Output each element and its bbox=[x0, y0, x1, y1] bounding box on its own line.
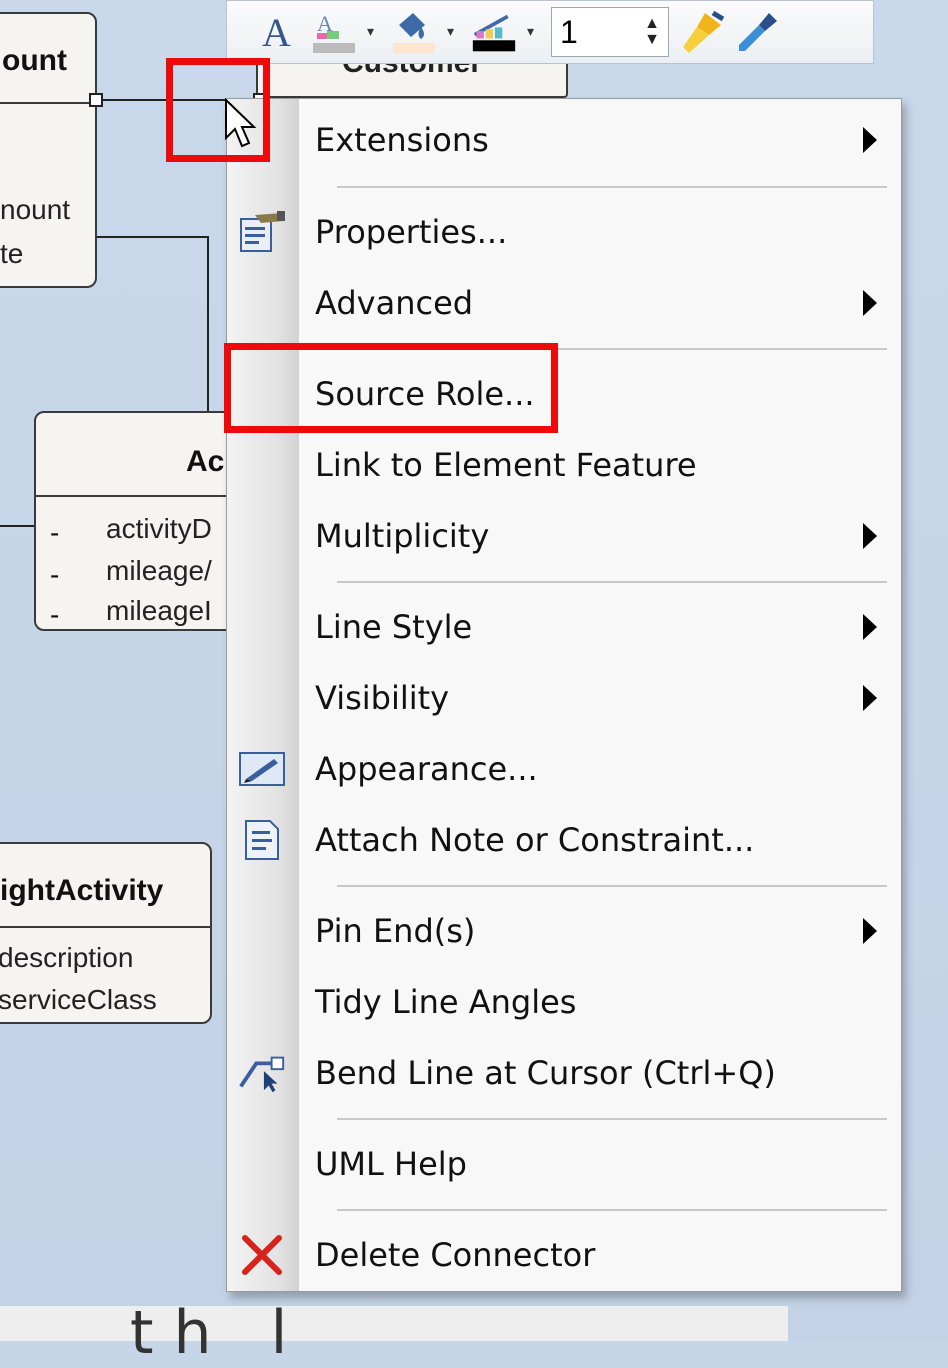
menu-item-label: Multiplicity bbox=[315, 517, 490, 555]
menu-item-label: Attach Note or Constraint... bbox=[315, 821, 755, 859]
menu-separator bbox=[337, 885, 887, 887]
menu-item-uml-help[interactable]: UML Help bbox=[227, 1129, 901, 1199]
connector-line[interactable] bbox=[207, 236, 209, 412]
format-toolbar: A A ▾ ▾ ▾ 1 ▲ ▼ bbox=[226, 0, 874, 64]
menu-item-tidy-line-angles[interactable]: Tidy Line Angles bbox=[227, 967, 901, 1037]
fill-color-icon[interactable] bbox=[391, 9, 437, 55]
menu-separator bbox=[337, 581, 887, 583]
menu-item-label: Delete Connector bbox=[315, 1236, 596, 1274]
class-activity-name: Ac bbox=[186, 445, 225, 478]
class-flight-activity-attr: description bbox=[0, 942, 134, 973]
chevron-down-icon[interactable]: ▾ bbox=[367, 24, 381, 40]
menu-item-label: Appearance... bbox=[315, 750, 538, 788]
context-menu: Extensions Properties... Advanced Source… bbox=[226, 98, 902, 1292]
delete-x-icon bbox=[237, 1230, 287, 1280]
menu-item-visibility[interactable]: Visibility bbox=[227, 663, 901, 733]
note-icon bbox=[237, 815, 287, 865]
line-width-value: 1 bbox=[560, 13, 578, 50]
properties-icon bbox=[237, 207, 287, 257]
visibility-private: - bbox=[50, 559, 60, 590]
connector-line[interactable] bbox=[97, 236, 209, 238]
menu-item-bend-line[interactable]: Bend Line at Cursor (Ctrl+Q) bbox=[227, 1038, 901, 1108]
class-flight-activity[interactable]: ightActivity description serviceClass bbox=[0, 842, 212, 1024]
font-color-icon[interactable]: A bbox=[311, 9, 357, 55]
class-activity-attr: mileage/ bbox=[106, 555, 212, 586]
menu-item-multiplicity[interactable]: Multiplicity bbox=[227, 501, 901, 571]
menu-item-label: Visibility bbox=[315, 679, 450, 717]
menu-item-label: Properties... bbox=[315, 213, 508, 251]
chevron-down-icon[interactable]: ▾ bbox=[447, 24, 461, 40]
submenu-arrow-icon bbox=[863, 127, 877, 153]
class-account-attr: nount bbox=[0, 194, 71, 225]
class-account[interactable]: ount nount te bbox=[0, 12, 97, 288]
menu-item-pin-ends[interactable]: Pin End(s) bbox=[227, 896, 901, 966]
class-activity-attr: mileageI bbox=[106, 595, 212, 626]
visibility-private: - bbox=[50, 599, 60, 630]
menu-item-label: Extensions bbox=[315, 121, 489, 159]
submenu-arrow-icon bbox=[863, 918, 877, 944]
menu-item-label: Line Style bbox=[315, 608, 473, 646]
connector-line[interactable] bbox=[0, 525, 36, 527]
menu-item-label: Link to Element Feature bbox=[315, 446, 697, 484]
class-flight-activity-name: ightActivity bbox=[0, 874, 164, 907]
menu-item-extensions[interactable]: Extensions bbox=[227, 105, 901, 175]
menu-item-appearance[interactable]: Appearance... bbox=[227, 734, 901, 804]
menu-separator bbox=[337, 1209, 887, 1211]
menu-item-label: Tidy Line Angles bbox=[315, 983, 577, 1021]
svg-text:A: A bbox=[262, 12, 291, 52]
menu-item-label: UML Help bbox=[315, 1145, 467, 1183]
menu-item-advanced[interactable]: Advanced bbox=[227, 268, 901, 338]
video-caption-bar: th l bbox=[0, 1298, 788, 1368]
menu-item-line-style[interactable]: Line Style bbox=[227, 592, 901, 662]
connector-end-handle[interactable] bbox=[89, 93, 103, 107]
spinner-arrows-icon[interactable]: ▲ ▼ bbox=[644, 16, 660, 48]
line-width-spinner[interactable]: 1 ▲ ▼ bbox=[551, 7, 669, 57]
class-account-attr: te bbox=[0, 238, 24, 269]
menu-item-properties[interactable]: Properties... bbox=[227, 197, 901, 267]
submenu-arrow-icon bbox=[863, 290, 877, 316]
submenu-arrow-icon bbox=[863, 523, 877, 549]
menu-item-label: Advanced bbox=[315, 284, 474, 322]
chevron-down-icon[interactable]: ▾ bbox=[527, 24, 541, 40]
mouse-cursor-icon bbox=[224, 97, 260, 156]
line-color-icon[interactable] bbox=[471, 9, 517, 55]
menu-separator bbox=[337, 1118, 887, 1120]
class-activity-attr: activityD bbox=[106, 513, 212, 544]
menu-item-label: Bend Line at Cursor (Ctrl+Q) bbox=[315, 1054, 776, 1092]
submenu-arrow-icon bbox=[863, 685, 877, 711]
format-painter-icon[interactable] bbox=[679, 9, 725, 55]
eyedropper-icon[interactable] bbox=[735, 9, 781, 55]
appearance-icon bbox=[237, 744, 287, 794]
menu-item-label: Pin End(s) bbox=[315, 912, 476, 950]
caption-text: th l bbox=[130, 1298, 308, 1368]
class-flight-activity-attr: serviceClass bbox=[0, 984, 157, 1015]
menu-separator bbox=[337, 186, 887, 188]
class-account-name: ount bbox=[2, 44, 67, 77]
menu-item-delete-connector[interactable]: Delete Connector bbox=[227, 1220, 901, 1290]
visibility-private: - bbox=[50, 517, 60, 548]
menu-item-attach-note[interactable]: Attach Note or Constraint... bbox=[227, 805, 901, 875]
font-icon[interactable]: A bbox=[255, 9, 301, 55]
submenu-arrow-icon bbox=[863, 614, 877, 640]
bend-line-icon bbox=[237, 1048, 287, 1098]
menu-item-link-to-element-feature[interactable]: Link to Element Feature bbox=[227, 430, 901, 500]
highlight-box-source-role bbox=[224, 343, 558, 433]
